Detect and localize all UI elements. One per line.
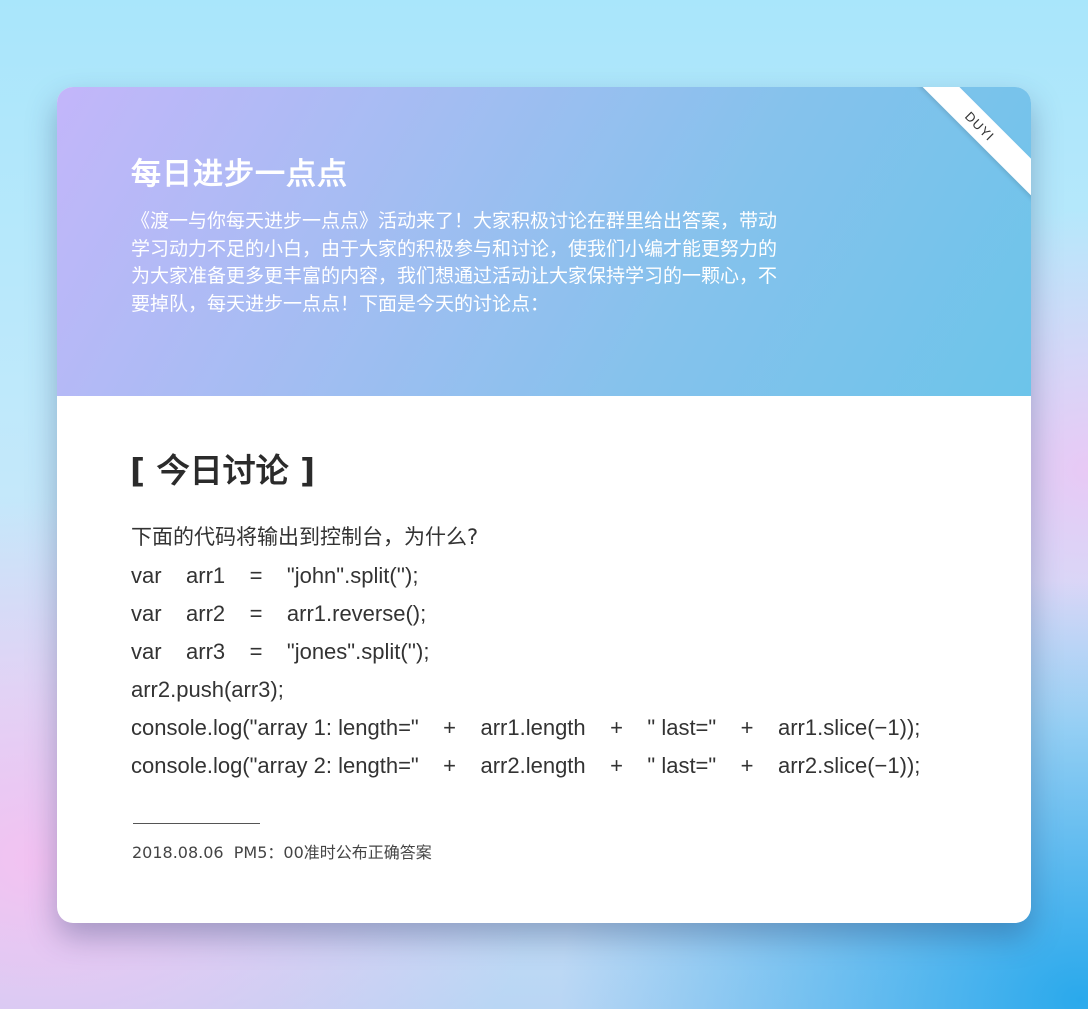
answer-release-note: 2018.08.06 PM5：00准时公布正确答案 [132,843,432,862]
code-block: var arr1 = "john".split(''); var arr2 = … [131,557,1011,785]
header-title: 每日进步一点点 [131,157,348,192]
card-header: 每日进步一点点 《渡一与你每天进步一点点》活动来了！大家积极讨论在群里给出答案，… [57,87,1031,396]
footnote-divider [133,823,260,824]
code-line: var arr1 = "john".split(''); [131,563,419,588]
header-intro-text: 《渡一与你每天进步一点点》活动来了！大家积极讨论在群里给出答案，带动 学习动力不… [131,210,778,315]
corner-ribbon: DUYI [903,87,1031,203]
activity-card: 每日进步一点点 《渡一与你每天进步一点点》活动来了！大家积极讨论在群里给出答案，… [57,87,1031,923]
code-line: console.log("array 2: length=" + arr2.le… [131,753,921,778]
code-line: var arr2 = arr1.reverse(); [131,601,427,626]
code-line: console.log("array 1: length=" + arr1.le… [131,715,921,740]
ribbon-label: DUYI [962,108,998,144]
code-line: var arr3 = "jones".split(''); [131,639,430,664]
code-line: arr2.push(arr3); [131,677,284,702]
discussion-question: 下面的代码将输出到控制台，为什么? [131,525,479,549]
discussion-title: [ 今日讨论 ] [130,451,316,490]
